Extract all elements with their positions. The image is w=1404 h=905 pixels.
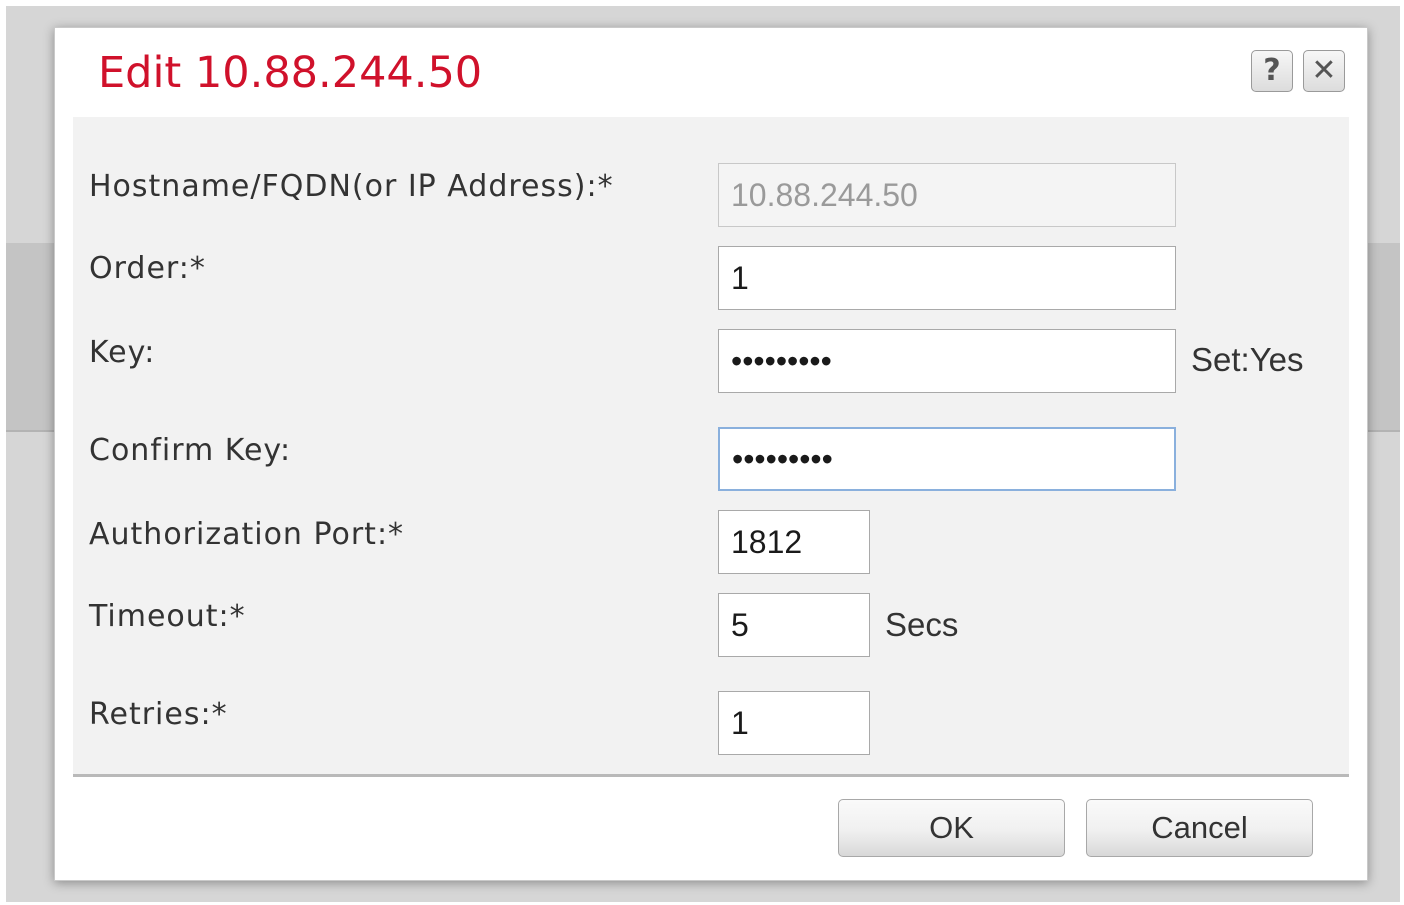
hostname-label: Hostname/FQDN(or IP Address):* — [89, 169, 614, 204]
confirm-key-field[interactable] — [718, 427, 1176, 491]
timeout-unit: Secs — [885, 606, 959, 643]
key-field[interactable] — [718, 329, 1176, 393]
key-label: Key: — [89, 335, 156, 370]
timeout-field[interactable] — [718, 593, 870, 657]
hostname-field[interactable] — [718, 163, 1176, 227]
dialog-title: Edit 10.88.244.50 — [98, 48, 483, 98]
ok-button[interactable]: OK — [838, 799, 1065, 857]
close-icon[interactable]: ✕ — [1303, 50, 1345, 92]
order-label: Order:* — [89, 251, 206, 286]
timeout-label: Timeout:* — [89, 599, 246, 634]
order-field[interactable] — [718, 246, 1176, 310]
key-set-status: Set:Yes — [1191, 341, 1304, 378]
form-panel: Hostname/FQDN(or IP Address):* Order:* K… — [73, 117, 1349, 777]
retries-field[interactable] — [718, 691, 870, 755]
authorization-port-label: Authorization Port:* — [89, 517, 405, 552]
authorization-port-field[interactable] — [718, 510, 870, 574]
retries-label: Retries:* — [89, 697, 228, 732]
confirm-key-label: Confirm Key: — [89, 433, 292, 468]
cancel-button[interactable]: Cancel — [1086, 799, 1313, 857]
edit-server-dialog: Edit 10.88.244.50 ? ✕ Hostname/FQDN(or I… — [54, 27, 1368, 881]
help-icon[interactable]: ? — [1251, 50, 1293, 92]
